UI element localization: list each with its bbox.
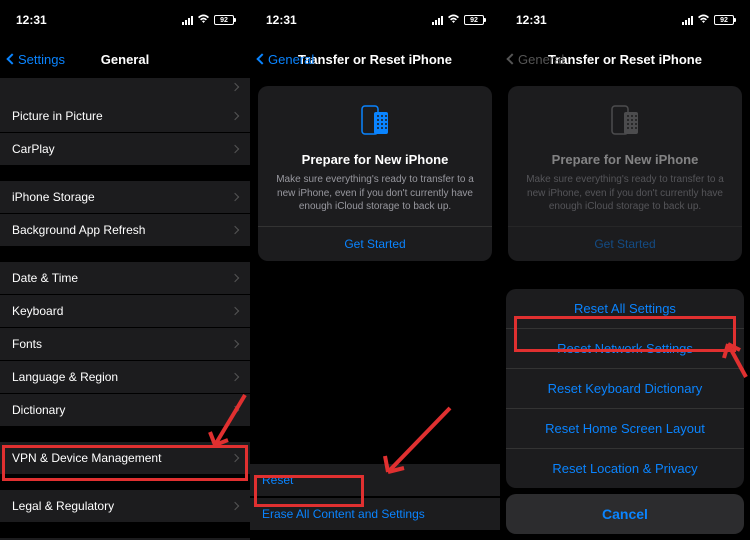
settings-row[interactable]: Background App Refresh xyxy=(0,214,250,246)
action-sheet: Reset All SettingsReset Network Settings… xyxy=(500,283,750,540)
wifi-icon xyxy=(697,14,710,27)
sheet-options: Reset All SettingsReset Network Settings… xyxy=(506,289,744,488)
cancel-button[interactable]: Cancel xyxy=(506,494,744,534)
settings-row[interactable]: Language & Region xyxy=(0,361,250,394)
wifi-icon xyxy=(197,14,210,27)
cellular-icon xyxy=(682,16,693,25)
wifi-icon xyxy=(447,14,460,27)
back-label: General xyxy=(518,52,564,67)
chevron-left-icon xyxy=(6,53,17,64)
sheet-option[interactable]: Reset Keyboard Dictionary xyxy=(506,369,744,409)
status-bar: 12:31 92 xyxy=(0,0,250,40)
reset-label: Reset xyxy=(262,473,293,487)
settings-list: x Picture in Picture CarPlay iPhone Storage… xyxy=(0,78,250,540)
nav-bar: General Transfer or Reset iPhone xyxy=(500,40,750,78)
back-label: General xyxy=(268,52,314,67)
chevron-right-icon xyxy=(231,406,239,414)
row-label: Keyboard xyxy=(12,304,63,318)
row-label: CarPlay xyxy=(12,142,55,156)
chevron-right-icon xyxy=(231,373,239,381)
battery-icon: 92 xyxy=(214,15,234,25)
cellular-icon xyxy=(432,16,443,25)
chevron-left-icon xyxy=(506,53,517,64)
erase-all-button[interactable]: Erase All Content and Settings xyxy=(250,498,500,530)
settings-group: Legal & Regulatory xyxy=(0,490,250,522)
settings-row[interactable]: CarPlay xyxy=(0,133,250,165)
chevron-right-icon xyxy=(231,83,239,91)
settings-group: Date & Time Keyboard Fonts Language & Regio… xyxy=(0,262,250,426)
prepare-card: Prepare for New iPhone Make sure everyth… xyxy=(258,86,492,261)
row-label: Date & Time xyxy=(12,271,78,285)
battery-icon: 92 xyxy=(714,15,734,25)
chevron-right-icon xyxy=(231,307,239,315)
status-bar: 12:31 92 xyxy=(250,0,500,40)
card-body: Make sure everything's ready to transfer… xyxy=(270,173,480,214)
sheet-option[interactable]: Reset Location & Privacy xyxy=(506,449,744,488)
row-label: Fonts xyxy=(12,337,42,351)
status-time: 12:31 xyxy=(266,13,432,27)
row-label: Picture in Picture xyxy=(12,109,103,123)
row-label: Legal & Regulatory xyxy=(12,499,114,513)
chevron-right-icon xyxy=(231,502,239,510)
status-indicators: 92 xyxy=(182,14,234,27)
back-button: General xyxy=(508,52,564,67)
chevron-right-icon xyxy=(231,274,239,282)
settings-row[interactable]: Keyboard xyxy=(0,295,250,328)
settings-row[interactable]: VPN & Device Management xyxy=(0,442,250,474)
chevron-left-icon xyxy=(256,53,267,64)
sheet-option[interactable]: Reset All Settings xyxy=(506,289,744,329)
get-started-button: Get Started xyxy=(508,226,742,261)
battery-icon: 92 xyxy=(464,15,484,25)
card-title: Prepare for New iPhone xyxy=(270,152,480,167)
settings-row[interactable]: Date & Time xyxy=(0,262,250,295)
row-label: VPN & Device Management xyxy=(12,451,161,465)
back-button[interactable]: General xyxy=(258,52,314,67)
get-started-button[interactable]: Get Started xyxy=(258,226,492,261)
card-title: Prepare for New iPhone xyxy=(520,152,730,167)
bottom-actions: Reset Erase All Content and Settings xyxy=(250,464,500,530)
back-label: Settings xyxy=(18,52,65,67)
settings-row[interactable]: Legal & Regulatory xyxy=(0,490,250,522)
chevron-right-icon xyxy=(231,145,239,153)
screen-general-settings: 12:31 92 Settings General xPicture in Pi… xyxy=(0,0,250,540)
chevron-right-icon xyxy=(231,112,239,120)
status-time: 12:31 xyxy=(16,13,182,27)
phone-transfer-icon xyxy=(520,100,730,142)
row-label: Language & Region xyxy=(12,370,118,384)
chevron-right-icon xyxy=(231,193,239,201)
sheet-option[interactable]: Reset Home Screen Layout xyxy=(506,409,744,449)
status-indicators: 92 xyxy=(432,14,484,27)
settings-group: Picture in Picture CarPlay xyxy=(0,100,250,165)
settings-row[interactable]: Dictionary xyxy=(0,394,250,426)
settings-row[interactable]: iPhone Storage xyxy=(0,181,250,214)
chevron-right-icon xyxy=(231,340,239,348)
screen-transfer-reset: 12:31 92 General Transfer or Reset iPhon… xyxy=(250,0,500,540)
row-label: Dictionary xyxy=(12,403,65,417)
nav-bar: Settings General xyxy=(0,40,250,78)
settings-row[interactable]: Fonts xyxy=(0,328,250,361)
settings-row[interactable]: Picture in Picture xyxy=(0,100,250,133)
row-label: Background App Refresh xyxy=(12,223,145,237)
settings-group: VPN & Device Management xyxy=(0,442,250,474)
nav-bar: General Transfer or Reset iPhone xyxy=(250,40,500,78)
sheet-option[interactable]: Reset Network Settings xyxy=(506,329,744,369)
settings-row[interactable]: x xyxy=(0,78,250,100)
erase-label: Erase All Content and Settings xyxy=(262,507,425,521)
status-time: 12:31 xyxy=(516,13,682,27)
prepare-card: Prepare for New iPhone Make sure everyth… xyxy=(508,86,742,261)
reset-button[interactable]: Reset xyxy=(250,464,500,497)
row-label: iPhone Storage xyxy=(12,190,95,204)
settings-group: iPhone Storage Background App Refresh xyxy=(0,181,250,246)
chevron-right-icon xyxy=(231,226,239,234)
screen-reset-sheet: 12:31 92 General Transfer or Reset iPhon… xyxy=(500,0,750,540)
status-indicators: 92 xyxy=(682,14,734,27)
phone-transfer-icon xyxy=(270,100,480,142)
chevron-right-icon xyxy=(231,454,239,462)
back-button[interactable]: Settings xyxy=(8,52,65,67)
card-body: Make sure everything's ready to transfer… xyxy=(520,173,730,214)
cellular-icon xyxy=(182,16,193,25)
status-bar: 12:31 92 xyxy=(500,0,750,40)
